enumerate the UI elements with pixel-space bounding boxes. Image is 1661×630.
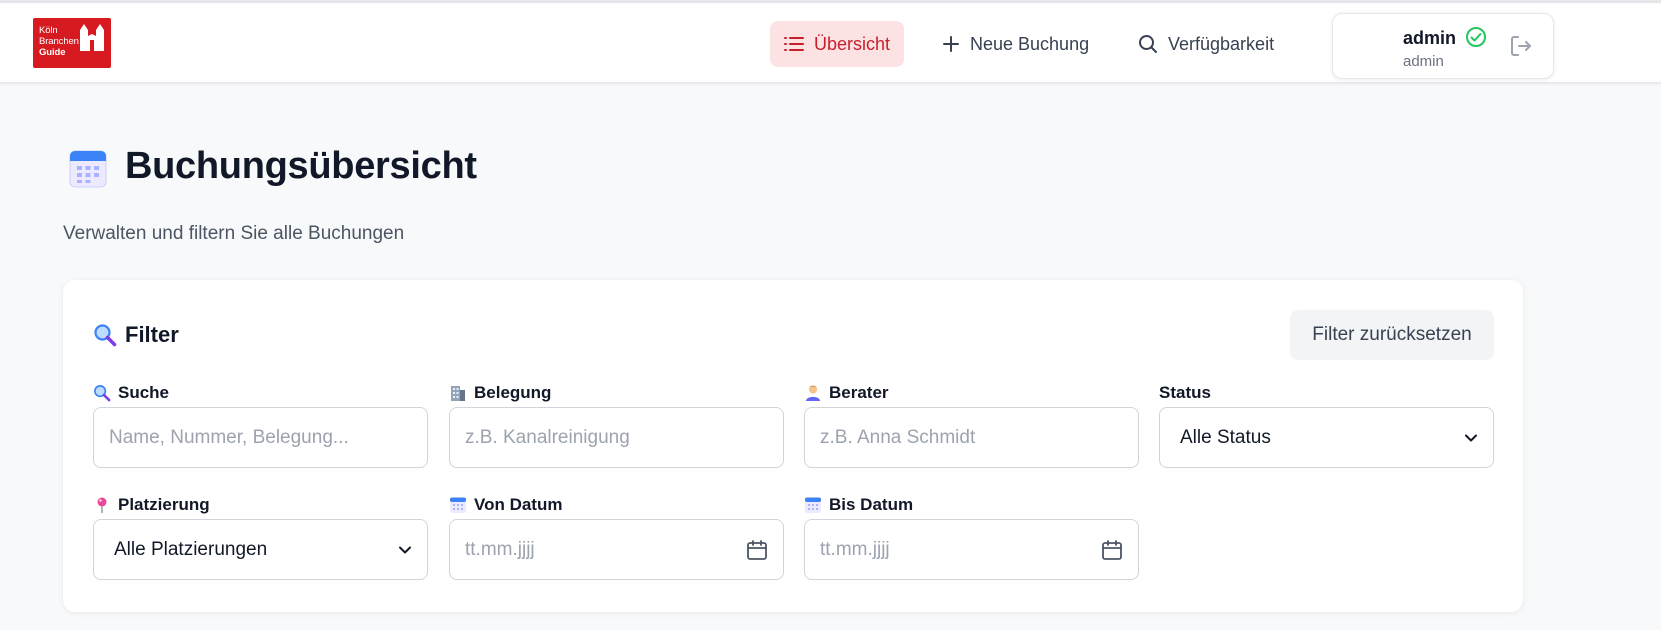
building-icon (451, 386, 465, 401)
logo-text: Köln Branchen Guide (39, 25, 79, 58)
von-datum-label-text: Von Datum (474, 495, 563, 514)
status-select[interactable]: Alle Status (1159, 407, 1494, 468)
berater-input[interactable] (820, 426, 1123, 449)
list-icon (784, 37, 804, 51)
von-datum-label: Von Datum (449, 495, 562, 515)
search-input[interactable] (109, 426, 412, 449)
status-select-value: Alle Status (1180, 426, 1271, 448)
pin-icon (97, 497, 107, 513)
status-label-text: Status (1159, 383, 1211, 402)
cathedral-icon (80, 24, 104, 51)
magnifier-icon (94, 385, 111, 402)
bis-datum-placeholder: tt.mm.jjjj (820, 538, 890, 560)
calendar-icon (450, 497, 466, 513)
app-header: Köln Branchen Guide Übersicht Neue Buchu… (0, 3, 1661, 83)
calendar-icon (69, 150, 107, 188)
nav-availability-label: Verfügbarkeit (1168, 33, 1275, 54)
filter-card: Filter Filter zurücksetzen Suche Belegun… (63, 280, 1523, 612)
check-circle-icon (1466, 27, 1486, 47)
nav-new-booking-label: Neue Buchung (970, 33, 1090, 54)
nav-overview-label: Übersicht (814, 33, 891, 54)
belegung-label-text: Belegung (474, 383, 552, 402)
search-icon (1139, 35, 1157, 53)
berater-label-text: Berater (829, 383, 889, 402)
logo-line-2: Branchen (39, 36, 79, 47)
platzierung-label: Platzierung (93, 495, 210, 515)
page-title: Buchungsübersicht (125, 145, 477, 187)
von-datum-placeholder: tt.mm.jjjj (465, 538, 535, 560)
search-label-text: Suche (118, 383, 170, 402)
brand-logo[interactable]: Köln Branchen Guide (33, 18, 111, 68)
belegung-field (449, 407, 784, 468)
belegung-input[interactable] (465, 426, 768, 449)
calendar-picker-icon[interactable] (1101, 539, 1123, 561)
logo-line-3: Guide (39, 47, 66, 58)
filter-title-label: Filter (125, 322, 179, 347)
calendar-picker-icon[interactable] (746, 539, 768, 561)
logo-line-1: Köln (39, 25, 58, 36)
magnifier-icon (94, 324, 117, 347)
berater-field (804, 407, 1139, 468)
von-datum-field[interactable]: tt.mm.jjjj (449, 519, 784, 580)
chevron-down-icon (399, 546, 411, 553)
platzierung-select-value: Alle Platzierungen (114, 538, 268, 560)
user-role: admin (1403, 53, 1444, 70)
user-name: admin (1403, 28, 1457, 48)
chevron-down-icon (1465, 434, 1477, 441)
page-subtitle: Verwalten und filtern Sie alle Buchungen (63, 223, 405, 244)
platzierung-select[interactable]: Alle Platzierungen (93, 519, 428, 580)
logout-icon[interactable] (1509, 34, 1533, 58)
search-label: Suche (93, 383, 169, 403)
search-field (93, 407, 428, 468)
filter-title: Filter (93, 322, 179, 348)
nav-availability[interactable]: Verfügbarkeit (1124, 21, 1288, 67)
bis-datum-label: Bis Datum (804, 495, 913, 515)
status-label: Status (1159, 383, 1211, 403)
bis-datum-label-text: Bis Datum (829, 495, 914, 514)
calendar-icon (805, 497, 821, 513)
platzierung-label-text: Platzierung (118, 495, 210, 514)
nav-overview[interactable]: Übersicht (770, 21, 905, 67)
bis-datum-field[interactable]: tt.mm.jjjj (804, 519, 1139, 580)
plus-icon (943, 36, 959, 52)
person-icon (806, 385, 820, 401)
user-panel: admin admin (1332, 13, 1554, 79)
belegung-label: Belegung (449, 383, 551, 403)
reset-filter-button[interactable]: Filter zurücksetzen (1290, 310, 1494, 360)
nav-new-booking[interactable]: Neue Buchung (928, 21, 1103, 67)
berater-label: Berater (804, 383, 889, 403)
